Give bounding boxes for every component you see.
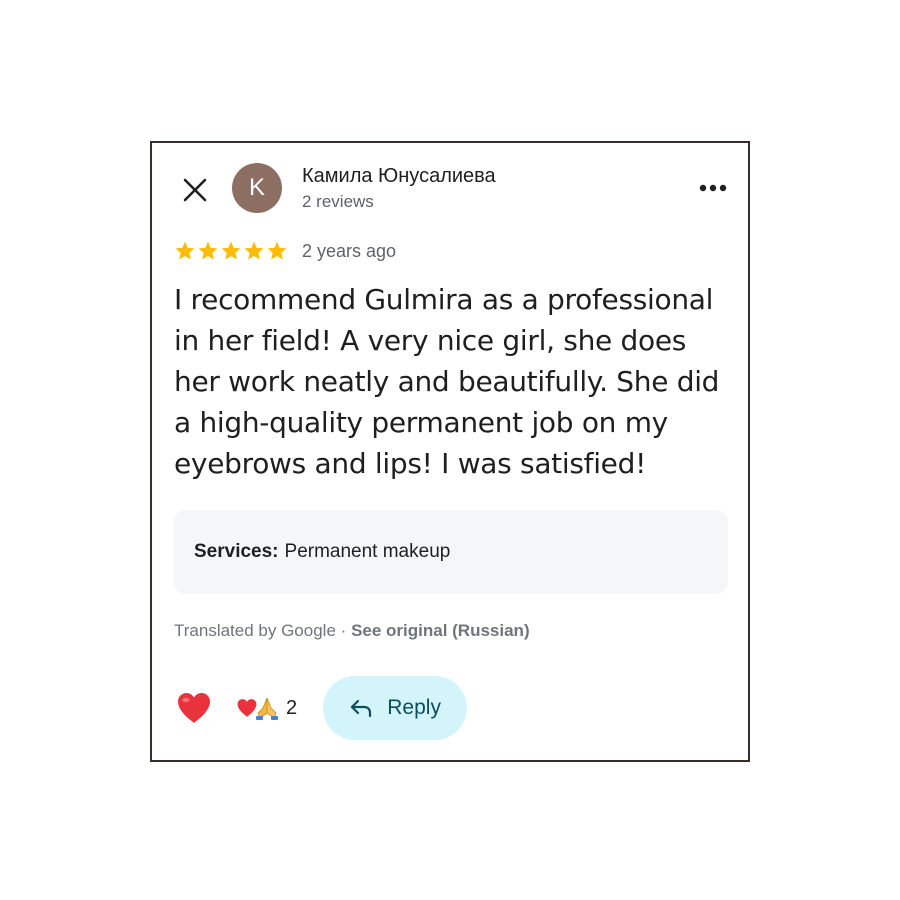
services-box: Services: Permanent makeup [174,510,728,594]
heart-icon [178,693,210,723]
star-icon [244,241,264,260]
reply-label: Reply [387,696,441,719]
reply-icon-wrap [349,698,373,718]
like-button[interactable] [174,688,214,728]
review-card: K Камила Юнусалиева 2 reviews 2 years ag… [150,141,750,762]
star-icon [267,241,287,260]
reaction-icons [236,696,280,720]
review-time: 2 years ago [302,240,397,261]
close-icon [183,178,207,202]
star-icon [198,241,218,260]
star-rating [174,240,288,262]
services-label: Services: [194,541,279,562]
reply-button[interactable]: Reply [323,676,468,740]
review-header: K Камила Юнусалиева 2 reviews [152,143,748,233]
author-review-count: 2 reviews [302,192,374,211]
reactions-summary[interactable]: 2 [236,696,297,720]
translation-separator: · [340,621,347,640]
reaction-count: 2 [286,696,298,719]
translated-by: Translated by Google [174,621,336,640]
services-value: Permanent makeup [284,541,451,562]
close-button[interactable] [178,173,212,207]
review-text: I recommend Gulmira as a professional in… [174,283,720,480]
avatar-initial: K [248,174,265,201]
review-actions: 2 Reply [174,676,468,740]
avatar[interactable]: K [232,163,282,213]
translation-note: Translated by Google · See original (Rus… [174,621,530,641]
rating-row: 2 years ago [174,239,396,263]
see-original-link[interactable]: See original (Russian) [351,621,530,640]
star-icon [175,241,195,260]
reply-arrow-icon [351,699,372,718]
more-horizontal-icon [699,184,727,192]
author-name[interactable]: Камила Юнусалиева [302,165,496,188]
praying-hands-icon [256,697,278,720]
more-options-button[interactable] [696,173,730,203]
star-icon [221,241,241,260]
